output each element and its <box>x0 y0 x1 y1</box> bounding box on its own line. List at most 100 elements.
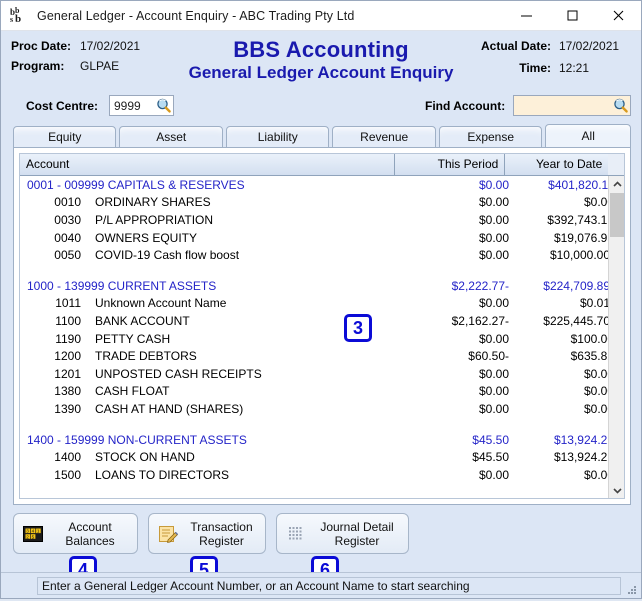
cell-year-to-date: $10,000.00- <box>549 248 614 263</box>
cell-account-name: P/L APPROPRIATION <box>95 212 214 227</box>
transaction-register-button[interactable]: Transaction Register <box>148 513 266 554</box>
cell-this-period: $0.00 <box>478 230 509 245</box>
close-button[interactable] <box>595 1 641 30</box>
cell-this-period: $0.00 <box>478 212 509 227</box>
table-row[interactable]: 0050 COVID-19 Cash flow boost $0.00 $10,000… <box>20 246 624 264</box>
cell-year-to-date: $224,709.89- <box>543 278 614 293</box>
bbs-logo-icon: b b s b <box>9 6 29 26</box>
cell-account-code: 1390 <box>54 401 81 416</box>
cell-year-to-date: $392,743.16 <box>547 212 614 227</box>
chevron-up-icon[interactable] <box>609 176 624 192</box>
table-row[interactable]: 1100 BANK ACCOUNT $2,162.27- $225,445.70- <box>20 312 624 330</box>
table-row[interactable]: 0001 - 009999 CAPITALS & RESERVES $0.00 $4… <box>20 176 624 194</box>
proc-date-row: Proc Date: 17/02/2021 <box>11 39 140 53</box>
cell-account-name: COVID-19 Cash flow boost <box>95 248 240 263</box>
cell-year-to-date: $100.00 <box>570 331 614 346</box>
time-label: Time: <box>519 61 551 75</box>
time-row: Time: 12:21 <box>481 61 631 75</box>
cell-account: 1201 UNPOSTED CASH RECEIPTS <box>20 367 403 381</box>
svg-text:2: 2 <box>26 534 29 539</box>
scrollbar-thumb[interactable] <box>610 193 624 237</box>
cell-account: 0001 - 009999 CAPITALS & RESERVES <box>27 177 245 192</box>
table-row[interactable]: 1500 LOANS TO DIRECTORS $0.00 $0.00 <box>20 466 624 484</box>
cell-account-code: 0030 <box>54 212 81 227</box>
cell-year-to-date: $0.00 <box>583 384 614 399</box>
cell-account: 0040 OWNERS EQUITY <box>20 231 403 245</box>
journal-detail-register-label: Journal Detail Register <box>320 519 394 548</box>
header-right-info: Actual Date: 17/02/2021 Time: 12:21 <box>481 39 631 83</box>
table-row[interactable]: 1011 Unknown Account Name $0.00 $0.01- <box>20 295 624 313</box>
find-account-field[interactable] <box>513 95 631 116</box>
tab-revenue[interactable]: Revenue <box>332 126 436 147</box>
cost-centre-input[interactable] <box>110 96 154 115</box>
cell-account-name: PETTY CASH <box>95 331 171 346</box>
cell-this-period: $60.50- <box>468 349 509 364</box>
maximize-button[interactable] <box>549 1 595 30</box>
column-header-year-to-date[interactable]: Year to Date <box>505 154 608 175</box>
cell-account-code: 0050 <box>54 248 81 263</box>
table-row[interactable]: 1600 - 169999 OTHER ASSETS$0.00$5,600.00 <box>20 497 624 499</box>
header-band: Proc Date: 17/02/2021 Program: GLPAE BBS… <box>1 31 641 214</box>
column-header-account[interactable]: Account <box>20 154 396 175</box>
header-left-info: Proc Date: 17/02/2021 Program: GLPAE <box>11 39 140 79</box>
cell-this-period: $0.00 <box>478 177 509 192</box>
cell-account: 0050 COVID-19 Cash flow boost <box>20 248 403 262</box>
callout-badge-3: 3 <box>344 314 372 342</box>
tab-expense[interactable]: Expense <box>438 126 543 147</box>
magnifier-icon[interactable] <box>155 97 172 114</box>
cell-this-period: $0.00 <box>478 401 509 416</box>
actual-date-label: Actual Date: <box>480 39 551 53</box>
table-row[interactable]: 1000 - 139999 CURRENT ASSETS $2,222.77- $2… <box>20 277 624 295</box>
program-row: Program: GLPAE <box>11 59 140 73</box>
journal-detail-register-button[interactable]: Journal Detail Register <box>276 513 409 554</box>
cell-year-to-date: $13,924.22 <box>553 432 614 447</box>
cell-account-code: 1200 <box>54 349 81 364</box>
magnifier-icon[interactable] <box>612 97 629 114</box>
cell-this-period: $45.50 <box>472 450 509 465</box>
tab-asset[interactable]: Asset <box>119 126 223 147</box>
cell-year-to-date: $0.00 <box>583 366 614 381</box>
cell-account: 1400 STOCK ON HAND <box>20 450 403 464</box>
resize-grip-icon[interactable] <box>626 583 638 595</box>
cell-this-period: $0.00 <box>478 296 509 311</box>
cell-account-name: TRADE DEBTORS <box>95 349 197 364</box>
cell-account-code: 1400 <box>54 450 81 465</box>
cell-this-period: $0.00 <box>478 366 509 381</box>
table-row[interactable]: 1400 STOCK ON HAND $45.50 $13,924.22 <box>20 448 624 466</box>
proc-date-value: 17/02/2021 <box>80 39 141 53</box>
find-account-input[interactable] <box>514 96 611 115</box>
table-row[interactable]: 1190 PETTY CASH $0.00 $100.00 <box>20 330 624 348</box>
cell-this-period: $0.00 <box>478 331 509 346</box>
cell-account-name: ORDINARY SHARES <box>95 195 211 210</box>
cell-account-name: OWNERS EQUITY <box>95 230 198 245</box>
cell-account-name: BANK ACCOUNT <box>95 313 190 328</box>
svg-text:b: b <box>15 13 21 25</box>
cell-account: 0010 ORDINARY SHARES <box>20 195 403 209</box>
table-row[interactable]: 1380 CASH FLOAT $0.00 $0.00 <box>20 383 624 401</box>
program-label: Program: <box>11 59 65 73</box>
table-row[interactable]: 1200 TRADE DEBTORS $60.50- $635.82 <box>20 347 624 365</box>
cell-account-code: 0040 <box>54 230 81 245</box>
cell-year-to-date: $635.82 <box>570 349 614 364</box>
cell-account-code: 0010 <box>54 195 81 210</box>
find-account-label: Find Account: <box>425 99 506 113</box>
grid-spacer-row <box>20 484 624 497</box>
table-row[interactable]: 1390 CASH AT HAND (SHARES) $0.00 $0.00 <box>20 400 624 418</box>
minimize-button[interactable] <box>503 1 549 30</box>
app-window: b b s b General Ledger - Account Enquiry… <box>0 0 642 599</box>
table-row[interactable]: 0010 ORDINARY SHARES $0.00 $0.00 <box>20 194 624 212</box>
cost-centre-field[interactable] <box>109 95 174 116</box>
table-row[interactable]: 0040 OWNERS EQUITY $0.00 $19,076.95 <box>20 229 624 247</box>
grid-vertical-scrollbar[interactable] <box>608 176 624 498</box>
table-row[interactable]: 1400 - 159999 NON-CURRENT ASSETS $45.50 $1… <box>20 431 624 449</box>
column-header-this-period[interactable]: This Period <box>395 154 506 175</box>
account-balances-button[interactable]: 3 4 1 2 5 Account Balances <box>13 513 138 554</box>
tab-equity[interactable]: Equity <box>13 126 117 147</box>
chevron-down-icon[interactable] <box>609 482 624 498</box>
table-row[interactable]: 1201 UNPOSTED CASH RECEIPTS $0.00 $0.00 <box>20 365 624 383</box>
account-grid-panel: Account This Period Year to Date 0001 - … <box>13 147 631 505</box>
tab-liability[interactable]: Liability <box>225 126 330 147</box>
cell-account-code: 1380 <box>54 384 81 399</box>
table-row[interactable]: 0030 P/L APPROPRIATION $0.00 $392,743.16 <box>20 211 624 229</box>
tab-all[interactable]: All <box>545 124 631 147</box>
